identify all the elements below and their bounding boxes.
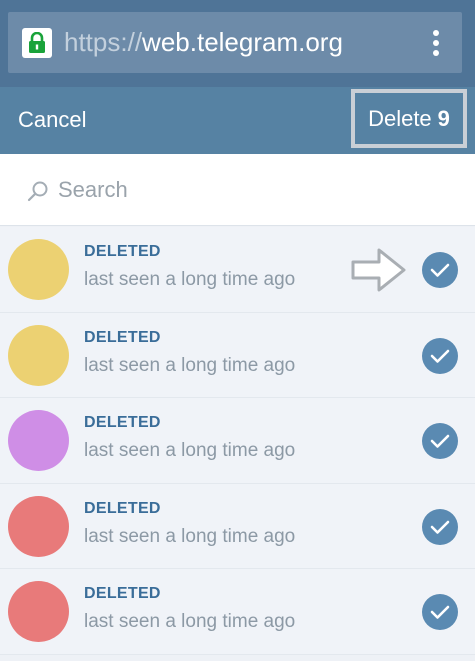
selected-check-icon[interactable] — [422, 337, 458, 374]
more-vert-icon[interactable] — [432, 30, 440, 56]
selected-check-icon[interactable] — [422, 508, 458, 545]
contact-row[interactable]: DELETED last seen a long time ago — [0, 398, 475, 484]
contact-name: DELETED — [84, 414, 161, 431]
selection-action-bar: Cancel Delete 9 — [0, 87, 475, 154]
contact-name: DELETED — [84, 328, 161, 346]
avatar — [8, 495, 69, 557]
url-text: https://web.telegram.org — [64, 26, 343, 58]
selected-check-icon[interactable] — [422, 423, 458, 459]
avatar — [8, 324, 69, 386]
delete-count: 9 — [437, 105, 450, 131]
contact-status: last seen a long time ago — [84, 269, 296, 290]
contact-row[interactable]: DELETED last seen a long time ago — [0, 483, 475, 569]
contact-row[interactable]: DELETED last seen a long time ago — [0, 312, 475, 398]
search-input[interactable] — [58, 174, 438, 206]
contact-status: last seen a long time ago — [84, 440, 296, 461]
lock-icon — [22, 28, 52, 58]
avatar — [8, 581, 69, 642]
selected-check-icon[interactable] — [422, 594, 458, 630]
contact-row[interactable]: DELETED last seen a long time ago — [0, 227, 475, 313]
contact-row[interactable]: DELETED last seen a long time ago — [0, 569, 475, 655]
contact-status: last seen a long time ago — [84, 525, 296, 547]
contact-name: DELETED — [84, 585, 161, 602]
delete-button[interactable]: Delete 9 — [351, 89, 467, 148]
search-icon — [27, 181, 48, 202]
avatar — [8, 410, 69, 471]
contact-status: last seen a long time ago — [84, 354, 296, 376]
url-scheme: https:// — [64, 27, 143, 57]
arrow-right-icon — [351, 248, 406, 292]
selected-check-icon[interactable] — [422, 252, 458, 288]
avatar — [8, 239, 69, 300]
browser-toolbar: https://web.telegram.org — [0, 0, 475, 87]
contact-list: DELETED last seen a long time ago DELETE… — [0, 227, 475, 655]
cancel-button[interactable]: Cancel — [18, 107, 86, 133]
address-bar[interactable]: https://web.telegram.org — [8, 12, 462, 73]
contact-status: last seen a long time ago — [84, 611, 296, 632]
url-host: web.telegram.org — [142, 27, 343, 57]
delete-label: Delete — [368, 105, 432, 131]
contact-name: DELETED — [84, 243, 161, 260]
contact-name: DELETED — [84, 499, 161, 517]
search-bar — [0, 154, 475, 226]
